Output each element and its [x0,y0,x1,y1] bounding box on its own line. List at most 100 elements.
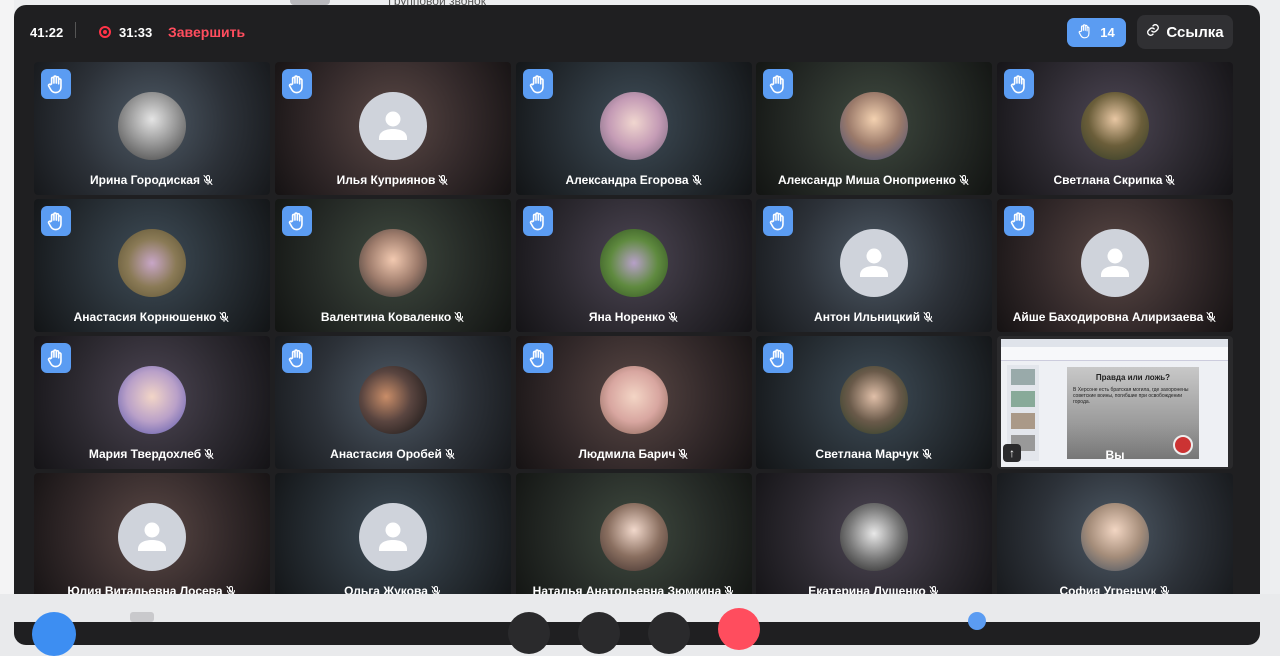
end-call-button[interactable]: Завершить [168,24,245,40]
participant-tile[interactable]: София Угренчук [997,473,1233,606]
muted-mic-icon [691,174,703,189]
participant-name: Мария Твердохлеб [34,447,270,463]
avatar [840,92,908,160]
user-placeholder-icon [1081,229,1149,297]
muted-mic-icon [921,448,933,463]
muted-mic-icon [922,311,934,326]
record-icon [99,26,111,38]
muted-mic-icon [437,174,449,189]
avatar [840,503,908,571]
slide-text: В Херсоне есть братская могила, где захо… [1073,387,1189,405]
participant-name: Светлана Марчук [756,447,992,463]
participant-tile[interactable]: Юлия Витальевна Лосева [34,473,270,606]
background-sidebar [0,0,14,622]
user-placeholder-icon [359,503,427,571]
raised-hand-icon [763,206,793,236]
participant-name: Александр Миша Оноприенко [756,173,992,189]
participant-tile[interactable]: Александр Миша Оноприенко [756,62,992,195]
raised-hand-icon [523,206,553,236]
raised-hand-icon [282,206,312,236]
link-icon [1146,23,1160,41]
muted-mic-icon [218,311,230,326]
copy-link-label: Ссылка [1166,23,1224,41]
avatar [1081,92,1149,160]
avatar [600,503,668,571]
raised-hand-icon [523,69,553,99]
muted-mic-icon [958,174,970,189]
avatar [840,366,908,434]
participant-tile[interactable]: Екатерина Лущенко [756,473,992,606]
participant-tile[interactable]: Светлана Марчук [756,336,992,469]
avatar [359,366,427,434]
hangup-button[interactable] [718,608,760,650]
participant-tile[interactable]: Анастасия Корнюшенко [34,199,270,332]
user-placeholder-icon [359,92,427,160]
bottom-control-button[interactable] [968,612,986,630]
avatar [118,366,186,434]
bottom-control-button[interactable] [578,612,620,654]
participant-tile[interactable]: Светлана Скрипка [997,62,1233,195]
participant-tile[interactable]: Наталья Анатольевна Зюмкина [516,473,752,606]
muted-mic-icon [444,448,456,463]
avatar [1081,503,1149,571]
avatar [359,229,427,297]
participant-tile[interactable]: Ольга Жукова [275,473,511,606]
participant-name: Антон Ильницкий [756,310,992,326]
raised-hand-icon [1078,23,1092,42]
muted-mic-icon [202,174,214,189]
raised-hand-icon [763,343,793,373]
raised-hand-icon [763,69,793,99]
avatar [600,229,668,297]
participant-name: Вы [1105,448,1125,462]
copy-link-button[interactable]: Ссылка [1137,15,1233,49]
participant-tile[interactable]: Антон Ильницкий [756,199,992,332]
raised-hand-icon [523,343,553,373]
bottom-control-button[interactable] [648,612,690,654]
raised-hand-icon [41,69,71,99]
participant-name: Ирина Городиская [34,173,270,189]
participant-tile[interactable]: Правда или ложь? В Херсоне есть братская … [997,336,1233,469]
avatar [118,92,186,160]
participant-tile[interactable]: Яна Норенко [516,199,752,332]
muted-mic-icon [1205,311,1217,326]
call-duration: 41:22 [30,25,64,40]
bottom-control-button[interactable] [508,612,550,654]
muted-mic-icon [203,448,215,463]
participant-name: Анастасия Оробей [275,447,511,463]
participant-tile[interactable]: Илья Куприянов [275,62,511,195]
participant-tile[interactable]: Александра Егорова [516,62,752,195]
participant-name: Александра Егорова [516,173,752,189]
participant-tile[interactable]: Валентина Коваленко [275,199,511,332]
participant-tile[interactable]: Айше Баходировна Алиризаева [997,199,1233,332]
raised-hand-icon [282,343,312,373]
call-window: 41:22 31:33 Завершить 14 Ссылка Ирина Го… [14,5,1260,645]
muted-mic-icon [667,311,679,326]
raised-hands-count: 14 [1100,25,1115,40]
participant-name: Илья Куприянов [275,173,511,189]
raised-hand-icon [282,69,312,99]
muted-mic-icon [1164,174,1176,189]
participant-name: Светлана Скрипка [997,173,1233,189]
slide-title: Правда или ложь? [1095,373,1171,382]
raised-hands-button[interactable]: 14 [1067,18,1126,47]
record-duration: 31:33 [119,25,153,40]
raised-hand-icon [41,206,71,236]
avatar [600,366,668,434]
raised-hand-icon [41,343,71,373]
call-topbar: 41:22 31:33 Завершить 14 Ссылка [14,5,1260,57]
muted-mic-icon [677,448,689,463]
participant-tile[interactable]: Ирина Городиская [34,62,270,195]
participant-name: Анастасия Корнюшенко [34,310,270,326]
participant-tile[interactable]: Анастасия Оробей [275,336,511,469]
raised-hand-icon [1004,69,1034,99]
beta-badge [130,612,154,622]
avatar [118,229,186,297]
raised-hand-icon [1004,206,1034,236]
divider [75,22,76,38]
participant-tile[interactable]: Людмила Барич [516,336,752,469]
participant-name: Яна Норенко [516,310,752,326]
participant-tile[interactable]: Мария Твердохлеб [34,336,270,469]
participant-name: Айше Баходировна Алиризаева [997,310,1233,326]
user-placeholder-icon [840,229,908,297]
bottom-control-button[interactable] [32,612,76,656]
